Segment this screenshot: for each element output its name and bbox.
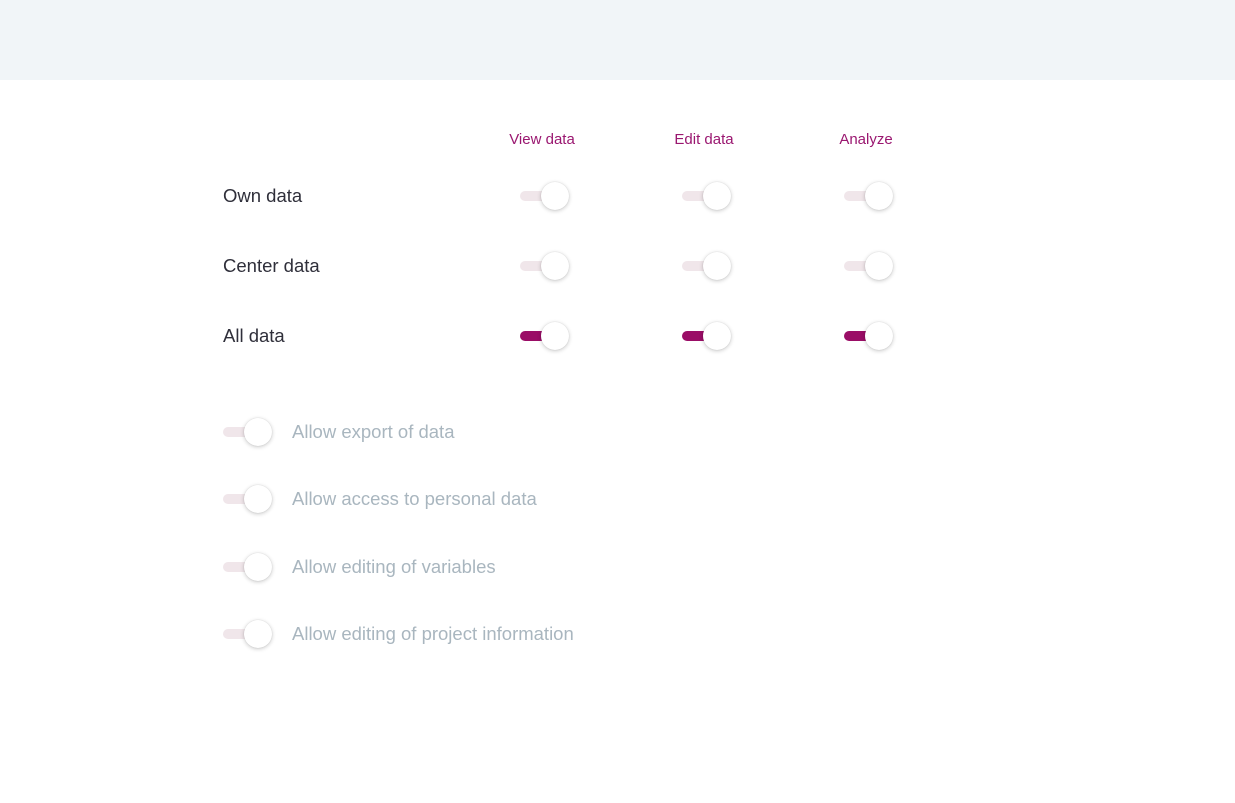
toggle-allow-export[interactable] (223, 417, 273, 447)
toggle-knob (703, 252, 731, 280)
row-label-all-data: All data (223, 325, 285, 346)
option-label-allow-personal-data: Allow access to personal data (292, 488, 537, 509)
column-header-view-data: View data (509, 131, 575, 148)
toggle-knob (865, 322, 893, 350)
toggle-knob (703, 182, 731, 210)
toggle-knob (541, 182, 569, 210)
row-label-center-data: Center data (223, 255, 320, 276)
toggle-center-view[interactable] (520, 251, 570, 281)
column-header-edit-data: Edit data (674, 131, 734, 148)
column-header-analyze: Analyze (839, 131, 893, 148)
toggle-center-edit[interactable] (682, 251, 732, 281)
option-label-allow-edit-variables: Allow editing of variables (292, 556, 496, 577)
toggle-own-view[interactable] (520, 181, 570, 211)
top-bar (0, 0, 1235, 80)
content-area (0, 80, 1235, 803)
toggle-all-analyze[interactable] (844, 321, 894, 351)
toggle-knob (244, 485, 272, 513)
toggle-center-analyze[interactable] (844, 251, 894, 281)
toggle-knob (244, 620, 272, 648)
toggle-knob (244, 553, 272, 581)
toggle-allow-edit-variables[interactable] (223, 552, 273, 582)
toggle-own-edit[interactable] (682, 181, 732, 211)
toggle-knob (244, 418, 272, 446)
option-label-allow-edit-project-info: Allow editing of project information (292, 623, 574, 644)
toggle-knob (703, 322, 731, 350)
toggle-all-edit[interactable] (682, 321, 732, 351)
toggle-knob (865, 182, 893, 210)
toggle-knob (541, 252, 569, 280)
toggle-allow-personal-data[interactable] (223, 484, 273, 514)
toggle-allow-edit-project-info[interactable] (223, 619, 273, 649)
option-label-allow-export: Allow export of data (292, 421, 455, 442)
toggle-knob (541, 322, 569, 350)
toggle-own-analyze[interactable] (844, 181, 894, 211)
toggle-knob (865, 252, 893, 280)
toggle-all-view[interactable] (520, 321, 570, 351)
row-label-own-data: Own data (223, 185, 303, 206)
